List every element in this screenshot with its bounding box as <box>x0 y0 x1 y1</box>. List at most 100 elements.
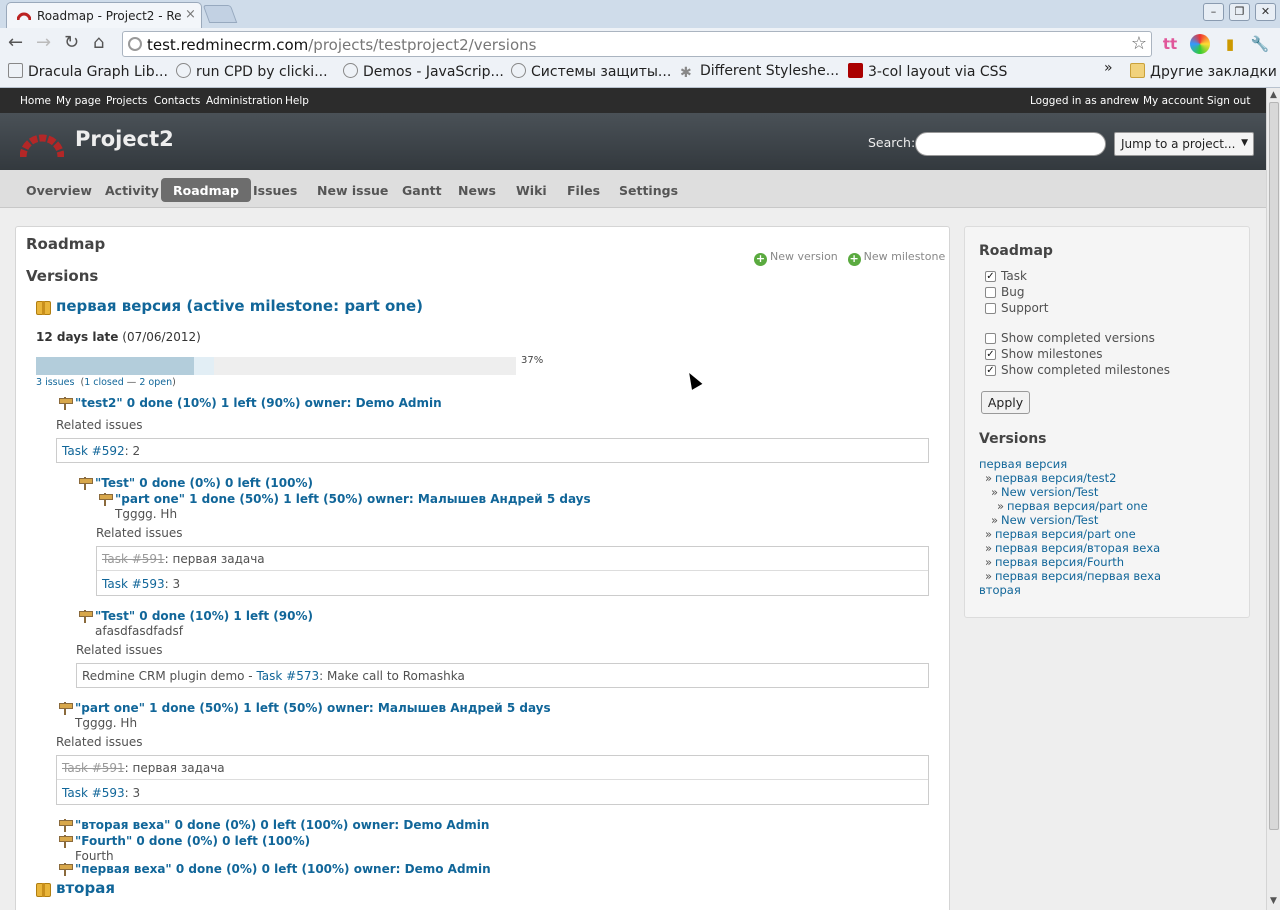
tree-indent-marker: » <box>985 541 993 555</box>
new-version-link[interactable]: + New version <box>754 250 838 266</box>
tracker-bug-checkbox[interactable] <box>985 287 996 298</box>
bookmark-item[interactable]: Dracula Graph Lib... <box>8 63 168 80</box>
back-arrow-icon[interactable]: ← <box>8 34 23 52</box>
milestone-icon <box>58 818 73 832</box>
sidebar-version-link[interactable]: вторая <box>979 583 1021 597</box>
tab-roadmap[interactable]: Roadmap <box>161 178 252 202</box>
sidebar-version-link[interactable]: первая версия/part one <box>1007 499 1148 513</box>
top-menu-administration[interactable]: Administration <box>206 95 283 107</box>
tt-extension-icon[interactable]: tt <box>1160 34 1180 54</box>
tab-issues[interactable]: Issues <box>241 178 309 202</box>
milestone-link[interactable]: "первая веха" 0 done (0%) 0 left (100%) … <box>75 862 491 876</box>
sidebar-version-link[interactable]: первая версия/вторая веха <box>995 541 1160 555</box>
new-tab-button[interactable] <box>202 5 238 23</box>
page-info-icon[interactable] <box>128 37 142 51</box>
top-menu-home[interactable]: Home <box>20 95 51 107</box>
bookmark-item[interactable]: 3-col layout via CSS <box>848 63 1007 80</box>
color-picker-extension-icon[interactable] <box>1190 34 1210 54</box>
page-title: Roadmap <box>26 235 106 253</box>
related-issues-table: Task #591: первая задача Task #593: 3 <box>96 546 929 596</box>
top-menu-my-page[interactable]: My page <box>56 95 101 107</box>
maximize-window-button[interactable]: ❐ <box>1229 3 1250 21</box>
scroll-down-arrow-icon[interactable]: ▼ <box>1270 896 1277 906</box>
issue-link[interactable]: Task #573 <box>256 669 319 683</box>
home-icon[interactable]: ⌂ <box>93 34 104 52</box>
bookmark-item[interactable]: ✱ Different Styleshe... <box>680 63 839 81</box>
tracker-support-checkbox[interactable] <box>985 303 996 314</box>
issue-link[interactable]: Task #593 <box>102 577 165 591</box>
redmine-favicon-icon <box>17 12 31 21</box>
tracker-task-checkbox[interactable]: ✓ <box>985 271 996 282</box>
version-title-link[interactable]: вторая <box>56 879 115 897</box>
table-row: Task #592: 2 <box>62 444 141 458</box>
other-bookmarks-folder[interactable]: Другие закладки <box>1130 63 1277 80</box>
bookmark-item[interactable]: Системы защиты... <box>511 63 671 80</box>
bookmark-item[interactable]: Demos - JavaScrip... <box>343 63 504 80</box>
tab-files[interactable]: Files <box>555 178 612 202</box>
package-icon <box>36 883 51 897</box>
bookmark-item[interactable]: run CPD by clicki... <box>176 63 328 80</box>
show-completed-versions-checkbox[interactable] <box>985 333 996 344</box>
search-input[interactable] <box>915 132 1106 156</box>
open-issues-link[interactable]: 2 open <box>139 377 172 388</box>
sign-out-link[interactable]: Sign out <box>1207 95 1250 107</box>
tracker-label: Bug <box>1001 285 1025 299</box>
forward-arrow-icon[interactable]: → <box>36 34 51 52</box>
tab-overview[interactable]: Overview <box>14 178 104 202</box>
scrollbar-thumb[interactable] <box>1269 102 1279 830</box>
address-bar[interactable]: test.redminecrm.com/projects/testproject… <box>122 31 1152 57</box>
add-icon: + <box>847 252 861 266</box>
new-milestone-link[interactable]: + New milestone <box>847 250 945 266</box>
sidebar-version-link[interactable]: New version/Test <box>1001 513 1098 527</box>
milestone-link[interactable]: "Fourth" 0 done (0%) 0 left (100%) <box>75 834 310 848</box>
sidebar-version-link[interactable]: первая версия <box>979 457 1067 471</box>
show-completed-milestones-checkbox[interactable]: ✓ <box>985 365 996 376</box>
minimize-window-button[interactable]: – <box>1203 3 1224 21</box>
milestone-link[interactable]: "Test" 0 done (0%) 0 left (100%) <box>95 476 313 490</box>
sidebar-version-link[interactable]: первая версия/Fourth <box>995 555 1124 569</box>
milestone-link[interactable]: "part one" 1 done (50%) 1 left (50%) own… <box>75 701 551 715</box>
my-account-link[interactable]: My account <box>1143 95 1203 107</box>
tab-settings[interactable]: Settings <box>607 178 690 202</box>
sidebar-versions-heading: Versions <box>979 431 1047 447</box>
tab-gantt[interactable]: Gantt <box>390 178 454 202</box>
jump-to-project-select[interactable]: Jump to a project... ▼ <box>1114 132 1254 156</box>
show-milestones-checkbox[interactable]: ✓ <box>985 349 996 360</box>
sidebar-version-link[interactable]: первая версия/test2 <box>995 471 1116 485</box>
top-menu-help[interactable]: Help <box>285 95 309 107</box>
milestone-link[interactable]: "test2" 0 done (10%) 1 left (90%) owner:… <box>75 396 442 410</box>
wrench-menu-icon[interactable]: 🔧 <box>1250 34 1270 54</box>
milestone-link[interactable]: "вторая веха" 0 done (0%) 0 left (100%) … <box>75 818 489 832</box>
milestone-link[interactable]: "part one" 1 done (50%) 1 left (50%) own… <box>115 492 591 506</box>
issue-link[interactable]: Task #592 <box>62 444 125 458</box>
version-title-link[interactable]: первая версия (active milestone: part on… <box>56 297 423 315</box>
closed-issues-link[interactable]: 1 closed <box>84 377 124 388</box>
milestone-link[interactable]: "Test" 0 done (10%) 1 left (90%) <box>95 609 313 623</box>
top-menu-contacts[interactable]: Contacts <box>154 95 200 107</box>
issues-count-link[interactable]: 3 issues <box>36 377 74 388</box>
issue-link[interactable]: Task #591 <box>62 761 125 775</box>
bookmarks-overflow-chevron[interactable]: » <box>1104 60 1113 76</box>
bookmark-extension-icon[interactable]: ▮ <box>1220 34 1240 54</box>
issue-link[interactable]: Task #593 <box>62 786 125 800</box>
close-window-button[interactable]: ✕ <box>1255 3 1276 21</box>
browser-tab-active[interactable]: Roadmap - Project2 - Re × <box>6 2 202 28</box>
tab-new-issue[interactable]: New issue <box>305 178 400 202</box>
tab-news[interactable]: News <box>446 178 508 202</box>
tab-activity[interactable]: Activity <box>93 178 171 202</box>
globe-icon <box>343 63 358 78</box>
apply-button[interactable]: Apply <box>981 391 1030 414</box>
tab-close-icon[interactable]: × <box>185 7 196 22</box>
sidebar-version-link[interactable]: New version/Test <box>1001 485 1098 499</box>
bookmark-star-icon[interactable]: ☆ <box>1131 33 1147 54</box>
sidebar-version-link[interactable]: первая версия/первая веха <box>995 569 1161 583</box>
x-logo-icon <box>848 63 863 78</box>
page-scrollbar[interactable]: ▲ ▼ <box>1266 88 1280 910</box>
top-menu-projects[interactable]: Projects <box>106 95 147 107</box>
tab-wiki[interactable]: Wiki <box>504 178 559 202</box>
reload-icon[interactable]: ↻ <box>64 34 79 52</box>
sidebar-version-link[interactable]: первая версия/part one <box>995 527 1136 541</box>
tracker-label: Support <box>1001 301 1049 315</box>
scroll-up-arrow-icon[interactable]: ▲ <box>1270 90 1277 100</box>
issue-link[interactable]: Task #591 <box>102 552 165 566</box>
